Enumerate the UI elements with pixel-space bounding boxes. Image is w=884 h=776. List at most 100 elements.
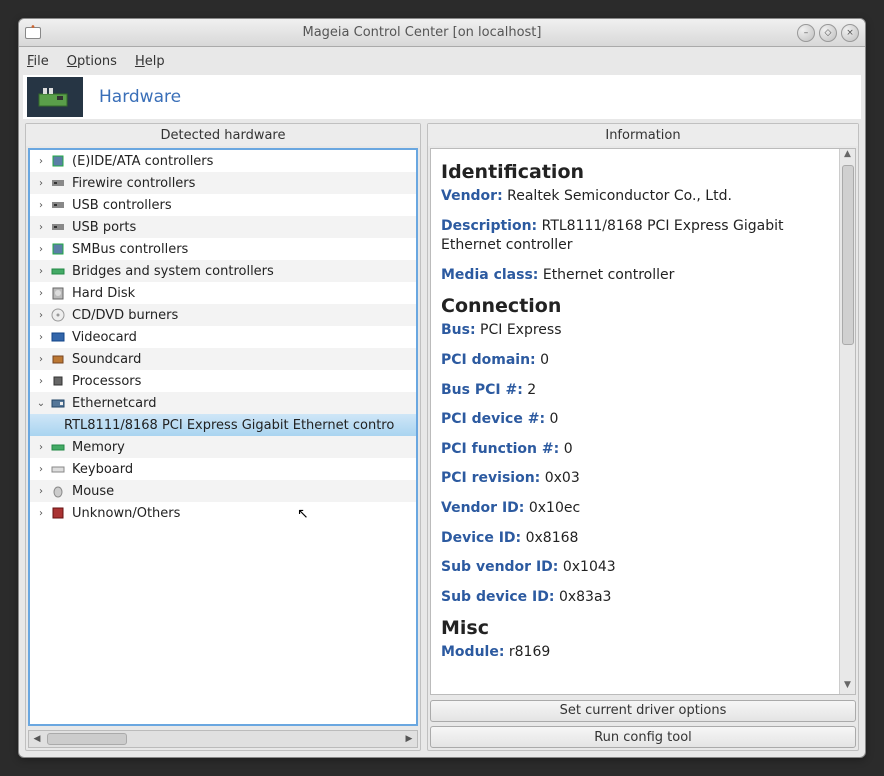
- tree-item[interactable]: ›Bridges and system controllers: [30, 260, 416, 282]
- port-icon: [50, 175, 66, 191]
- device-id-value: 0x8168: [526, 530, 579, 546]
- expand-icon[interactable]: ›: [34, 464, 48, 475]
- tree-item[interactable]: › Firewire controllers: [30, 172, 416, 194]
- titlebar[interactable]: Mageia Control Center [on localhost] – ◇…: [19, 19, 865, 47]
- sub-vendor-id-key: Sub vendor ID:: [441, 559, 558, 575]
- expand-icon[interactable]: ›: [34, 222, 48, 233]
- expand-icon[interactable]: ›: [34, 332, 48, 343]
- expand-icon[interactable]: ›: [34, 244, 48, 255]
- sound-icon: [50, 351, 66, 367]
- tree-item-label: Hard Disk: [72, 286, 135, 301]
- set-current-driver-options-button[interactable]: Set current driver options: [430, 700, 856, 722]
- device-id-key: Device ID:: [441, 530, 521, 546]
- connection-heading: Connection: [441, 295, 829, 317]
- right-panel-title: Information: [428, 124, 858, 146]
- bus-pci-key: Bus PCI #:: [441, 382, 523, 398]
- port-icon: [50, 219, 66, 235]
- tree-item-label: USB ports: [72, 220, 136, 235]
- tree-item[interactable]: ›USB controllers: [30, 194, 416, 216]
- tree-item-label: Soundcard: [72, 352, 141, 367]
- scroll-right-icon[interactable]: ▶: [401, 732, 417, 746]
- tree-item[interactable]: ›Processors: [30, 370, 416, 392]
- menubar: File Options Help: [19, 47, 865, 75]
- horizontal-scrollbar[interactable]: ◀ ▶: [28, 730, 418, 748]
- pci-function-key: PCI function #:: [441, 441, 559, 457]
- vendor-key: Vendor:: [441, 188, 503, 204]
- media-class-value: Ethernet controller: [543, 267, 675, 283]
- tree-item[interactable]: › Hard Disk: [30, 282, 416, 304]
- tree-item-label: Keyboard: [72, 462, 133, 477]
- tree-item[interactable]: › CD/DVD burners: [30, 304, 416, 326]
- expand-icon[interactable]: ›: [34, 442, 48, 453]
- tree-item[interactable]: › (E)IDE/ATA controllers: [30, 150, 416, 172]
- header-band: Hardware: [23, 75, 861, 119]
- ram-icon: [50, 263, 66, 279]
- expand-icon[interactable]: ›: [34, 288, 48, 299]
- expand-icon[interactable]: ›: [34, 376, 48, 387]
- cpu-icon: [50, 373, 66, 389]
- cd-icon: [50, 307, 66, 323]
- vertical-scrollbar[interactable]: ▲ ▼: [839, 149, 855, 694]
- menu-file[interactable]: File: [27, 54, 49, 69]
- sub-device-id-key: Sub device ID:: [441, 589, 554, 605]
- ram-icon: [50, 439, 66, 455]
- close-button[interactable]: ×: [841, 24, 859, 42]
- collapse-icon[interactable]: ⌄: [34, 398, 48, 409]
- info-body: Identification Vendor: Realtek Semicondu…: [431, 149, 839, 694]
- tree-item[interactable]: › Soundcard: [30, 348, 416, 370]
- tree-item[interactable]: › Unknown/Others: [30, 502, 416, 524]
- expand-icon[interactable]: ›: [34, 178, 48, 189]
- tree-item-label: Videocard: [72, 330, 137, 345]
- tree-item[interactable]: ›Mouse: [30, 480, 416, 502]
- menu-options[interactable]: Options: [67, 54, 117, 69]
- tree-item-label: Ethernetcard: [72, 396, 156, 411]
- tree-item[interactable]: ⌄ Ethernetcard: [30, 392, 416, 414]
- expand-icon[interactable]: ›: [34, 266, 48, 277]
- tree-item-label: (E)IDE/ATA controllers: [72, 154, 213, 169]
- tree-item[interactable]: ›Memory: [30, 436, 416, 458]
- tree-item[interactable]: › Videocard: [30, 326, 416, 348]
- scroll-left-icon[interactable]: ◀: [29, 732, 45, 746]
- scroll-up-icon[interactable]: ▲: [844, 149, 851, 163]
- maximize-button[interactable]: ◇: [819, 24, 837, 42]
- expand-icon[interactable]: ›: [34, 486, 48, 497]
- tree-item-label: RTL8111/8168 PCI Express Gigabit Etherne…: [64, 418, 394, 433]
- main-window: Mageia Control Center [on localhost] – ◇…: [18, 18, 866, 758]
- expand-icon[interactable]: ›: [34, 156, 48, 167]
- sub-device-id-value: 0x83a3: [559, 589, 612, 605]
- vscroll-thumb[interactable]: [842, 165, 854, 345]
- tree-item-label: Firewire controllers: [72, 176, 195, 191]
- nic-icon: [50, 395, 66, 411]
- tree-item-label: CD/DVD burners: [72, 308, 178, 323]
- bus-key: Bus:: [441, 322, 476, 338]
- unk-icon: [50, 505, 66, 521]
- media-class-key: Media class:: [441, 267, 538, 283]
- expand-icon[interactable]: ›: [34, 354, 48, 365]
- hardware-tree[interactable]: › (E)IDE/ATA controllers › Firewire control…: [28, 148, 418, 726]
- expand-icon[interactable]: ›: [34, 508, 48, 519]
- scroll-thumb[interactable]: [47, 733, 127, 745]
- bus-value: PCI Express: [480, 322, 561, 338]
- pci-device-value: 0: [550, 411, 559, 427]
- module-value: r8169: [509, 644, 550, 660]
- scroll-down-icon[interactable]: ▼: [844, 680, 851, 694]
- pci-revision-value: 0x03: [545, 470, 580, 486]
- vendor-id-key: Vendor ID:: [441, 500, 524, 516]
- tree-item[interactable]: › USB ports: [30, 216, 416, 238]
- menu-help[interactable]: Help: [135, 54, 165, 69]
- mouse-icon: [50, 483, 66, 499]
- misc-heading: Misc: [441, 617, 829, 639]
- left-panel-title: Detected hardware: [26, 124, 420, 146]
- tree-item[interactable]: ›SMBus controllers: [30, 238, 416, 260]
- description-key: Description:: [441, 218, 537, 234]
- identification-heading: Identification: [441, 161, 829, 183]
- run-config-tool-button[interactable]: Run config tool: [430, 726, 856, 748]
- detected-hardware-panel: Detected hardware › (E)IDE/ATA controller…: [25, 123, 421, 751]
- expand-icon[interactable]: ›: [34, 200, 48, 211]
- tree-item-label: Unknown/Others: [72, 506, 180, 521]
- minimize-button[interactable]: –: [797, 24, 815, 42]
- tree-item[interactable]: › Keyboard: [30, 458, 416, 480]
- tree-child-item[interactable]: RTL8111/8168 PCI Express Gigabit Etherne…: [30, 414, 416, 436]
- vendor-id-value: 0x10ec: [529, 500, 580, 516]
- expand-icon[interactable]: ›: [34, 310, 48, 321]
